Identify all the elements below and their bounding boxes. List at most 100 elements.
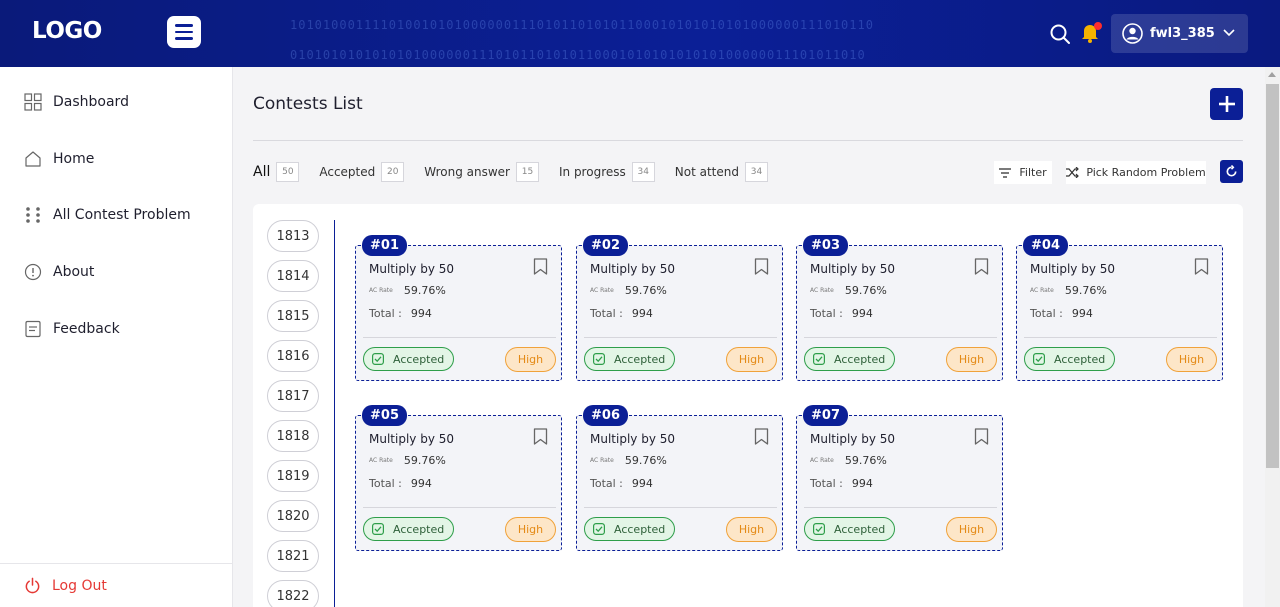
sidebar-item-home[interactable]: Home [24, 148, 94, 170]
logo[interactable]: LOGO [32, 18, 102, 44]
total-label: Total : [369, 307, 402, 320]
bookmark-icon[interactable] [754, 428, 769, 445]
bookmark-icon[interactable] [974, 428, 989, 445]
tab-not-attend[interactable]: Not attend 34 [675, 162, 768, 182]
total-value: 994 [851, 477, 873, 490]
total: Total : 994 [590, 307, 653, 320]
tab-count: 20 [381, 162, 405, 182]
tab-wrong-answer[interactable]: Wrong answer 15 [424, 162, 539, 182]
header-binary-decoration: 1010100011110100101010000001110101101010… [290, 18, 874, 62]
difficulty-badge: High [726, 347, 777, 372]
problem-card[interactable]: #07 Multiply by 50 AC Rate 59.76% Total :… [796, 405, 1003, 551]
bookmark-icon[interactable] [1194, 258, 1209, 275]
contest-item-1819[interactable]: 1819 [267, 460, 319, 492]
tab-accepted[interactable]: Accepted 20 [319, 162, 405, 182]
contest-item-1818[interactable]: 1818 [267, 420, 319, 452]
difficulty-badge: High [946, 347, 997, 372]
sidebar-item-label: Home [53, 151, 95, 167]
status-badge: Accepted [363, 347, 454, 371]
problem-card[interactable]: #02 Multiply by 50 AC Rate 59.76% Total :… [576, 235, 783, 381]
sidebar-item-about[interactable]: About [24, 261, 94, 283]
scroll-up-icon[interactable] [1268, 72, 1276, 77]
tab-count: 15 [515, 162, 539, 182]
plus-icon [1218, 96, 1235, 112]
card-divider [363, 507, 556, 508]
tab-label: Wrong answer [424, 165, 510, 179]
tab-all[interactable]: All 50 [253, 162, 300, 182]
ac-rate-value: 59.76% [624, 284, 667, 297]
sidebar-item-all-contest-problem[interactable]: All Contest Problem [24, 204, 191, 226]
tab-count: 34 [631, 162, 655, 182]
ac-rate-value: 59.76% [403, 284, 446, 297]
problem-card[interactable]: #05 Multiply by 50 AC Rate 59.76% Total :… [355, 405, 562, 551]
contest-item-1817[interactable]: 1817 [267, 380, 319, 412]
tab-label: All [253, 164, 271, 180]
sidebar-item-dashboard[interactable]: Dashboard [24, 91, 129, 113]
problem-card[interactable]: #01 Multiply by 50 AC Rate 59.76% Total :… [355, 235, 562, 381]
bookmark-icon[interactable] [533, 428, 548, 445]
problem-title: Multiply by 50 [810, 432, 896, 446]
bookmark-icon[interactable] [754, 258, 769, 275]
top-header: 1010100011110100101010000001110101101010… [0, 0, 1280, 67]
refresh-button[interactable] [1220, 160, 1243, 183]
status-label: Accepted [614, 522, 666, 536]
tab-in-progress[interactable]: In progress 34 [559, 162, 655, 182]
problem-card[interactable]: #04 Multiply by 50 AC Rate 59.76% Total :… [1016, 235, 1223, 381]
status-label: Accepted [393, 522, 445, 536]
logout-button[interactable]: Log Out [24, 577, 107, 594]
hamburger-icon [175, 24, 193, 27]
total-label: Total : [1030, 307, 1063, 320]
filter-button[interactable]: Filter [994, 161, 1052, 184]
total: Total : 994 [810, 477, 873, 490]
user-menu[interactable]: fwl3_385 [1111, 14, 1248, 53]
logout-label: Log Out [52, 577, 107, 594]
power-icon [25, 577, 40, 594]
check-icon [593, 353, 605, 365]
total-label: Total : [590, 477, 623, 490]
grid-icon [24, 93, 42, 111]
ac-rate: AC Rate 59.76% [369, 284, 446, 297]
add-contest-button[interactable] [1210, 88, 1243, 120]
difficulty-badge: High [946, 517, 997, 542]
status-label: Accepted [614, 352, 666, 366]
search-icon[interactable] [1049, 23, 1071, 45]
problem-badge: #07 [803, 405, 848, 426]
contest-item-1821[interactable]: 1821 [267, 540, 319, 572]
sidebar-item-label: About [53, 264, 95, 280]
total-value: 994 [851, 307, 873, 320]
bookmark-icon[interactable] [533, 258, 548, 275]
sidebar-item-feedback[interactable]: Feedback [24, 318, 120, 340]
page-title: Contests List [253, 94, 363, 114]
contest-item-1822[interactable]: 1822 [267, 580, 319, 607]
contest-item-1815[interactable]: 1815 [267, 300, 319, 332]
page-scrollbar[interactable] [1265, 67, 1280, 607]
scrollbar-thumb[interactable] [1266, 84, 1279, 468]
ac-rate: AC Rate 59.76% [1030, 284, 1107, 297]
filter-label: Filter [1019, 166, 1047, 179]
contest-item-1814[interactable]: 1814 [267, 260, 319, 292]
ac-rate: AC Rate 59.76% [810, 454, 887, 467]
ac-rate: AC Rate 59.76% [590, 454, 667, 467]
status-badge: Accepted [363, 517, 454, 541]
contest-item-1816[interactable]: 1816 [267, 340, 319, 372]
problem-title: Multiply by 50 [590, 432, 676, 446]
notification-bell-icon[interactable] [1079, 20, 1103, 44]
difficulty-badge: High [726, 517, 777, 542]
tab-count: 34 [744, 162, 768, 182]
ac-rate-value: 59.76% [624, 454, 667, 467]
bookmark-icon[interactable] [974, 258, 989, 275]
chevron-down-icon [1223, 29, 1235, 37]
contest-item-1820[interactable]: 1820 [267, 500, 319, 532]
total-value: 994 [1071, 307, 1093, 320]
problem-card[interactable]: #06 Multiply by 50 AC Rate 59.76% Total :… [576, 405, 783, 551]
tab-count: 50 [276, 162, 300, 182]
check-icon [372, 353, 384, 365]
contest-item-1813[interactable]: 1813 [267, 220, 319, 252]
problem-card[interactable]: #03 Multiply by 50 AC Rate 59.76% Total :… [796, 235, 1003, 381]
pick-random-problem-button[interactable]: Pick Random Problem [1066, 161, 1206, 184]
problem-badge: #05 [362, 405, 407, 426]
menu-toggle-button[interactable] [167, 16, 201, 48]
sidebar: Dashboard Home All Contest Problem About… [0, 67, 233, 607]
status-label: Accepted [834, 352, 886, 366]
total: Total : 994 [810, 307, 873, 320]
